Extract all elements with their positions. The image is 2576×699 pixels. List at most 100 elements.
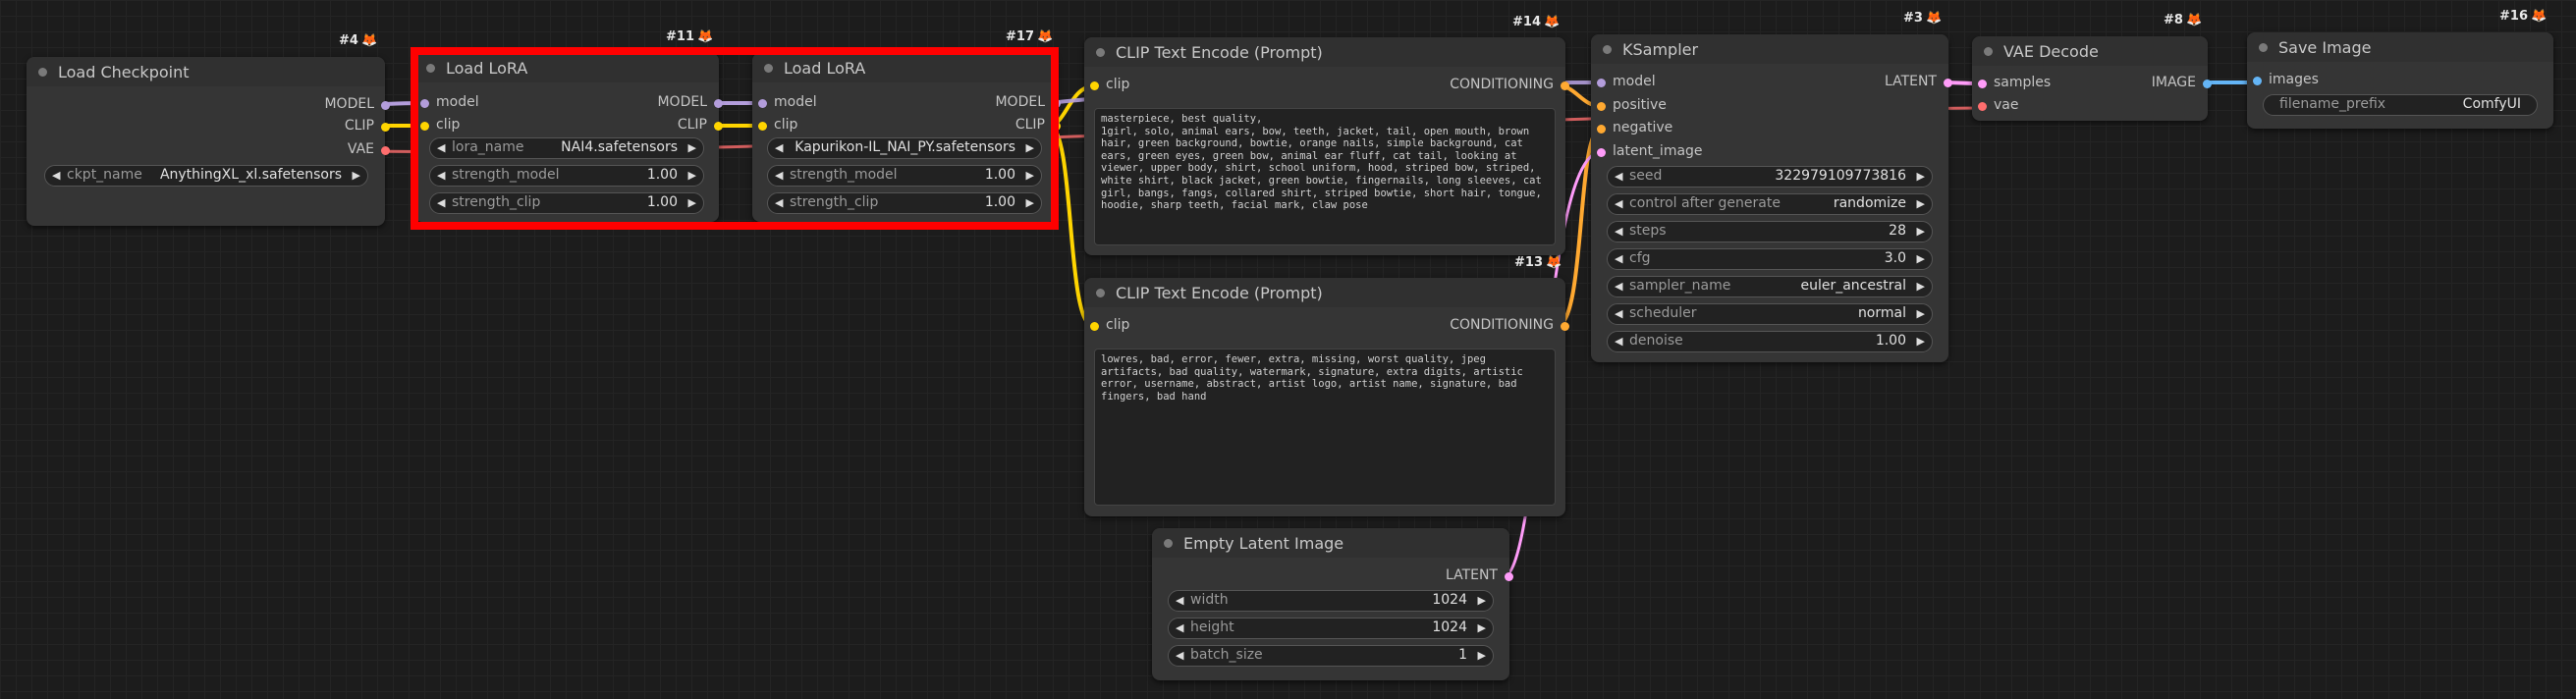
- output-conditioning[interactable]: CONDITIONING: [1450, 317, 1569, 333]
- width-number[interactable]: ◀ width 1024 ▶: [1168, 590, 1494, 612]
- load-lora-node-1[interactable]: Load LoRA model clip MODEL CLIP ◀ lora_na…: [414, 53, 723, 222]
- output-latent[interactable]: LATENT: [1885, 74, 1952, 89]
- fox-icon: 🦊: [1545, 255, 1562, 270]
- lora-name-combo[interactable]: ◀ Kapurikon-IL_NAI_PY.safetensors ▶: [767, 137, 1042, 159]
- arrow-right-icon: ▶: [1477, 594, 1486, 607]
- output-vae[interactable]: VAE: [348, 141, 390, 157]
- input-model[interactable]: model: [420, 94, 479, 110]
- prompt-textarea[interactable]: masterpiece, best quality, 1girl, solo, …: [1094, 108, 1556, 245]
- collapse-dot[interactable]: [2259, 43, 2268, 52]
- input-positive[interactable]: positive: [1597, 97, 1667, 113]
- arrow-right-icon: ▶: [1025, 141, 1034, 154]
- node-id-badge: #3 🦊: [1903, 11, 1943, 26]
- strength-clip-slider[interactable]: ◀ strength_clip 1.00 ▶: [429, 192, 704, 214]
- sampler-name-combo[interactable]: ◀ sampler_name euler_ancestral ▶: [1607, 276, 1933, 297]
- node-title: Load LoRA: [784, 59, 866, 78]
- node-title: Load LoRA: [446, 59, 528, 78]
- vae-decode-node[interactable]: VAE Decode samples vae IMAGE: [1972, 36, 2212, 121]
- arrow-left-icon: ◀: [437, 141, 446, 154]
- batch-size-number[interactable]: ◀ batch_size 1 ▶: [1168, 645, 1494, 667]
- output-model[interactable]: MODEL: [324, 96, 390, 112]
- input-samples[interactable]: samples: [1978, 75, 2051, 90]
- node-header[interactable]: Empty Latent Image: [1152, 528, 1509, 558]
- node-header[interactable]: CLIP Text Encode (Prompt): [1084, 37, 1565, 67]
- node-header[interactable]: Load Checkpoint: [27, 57, 385, 86]
- arrow-right-icon: ▶: [1025, 169, 1034, 182]
- empty-latent-image-node[interactable]: Empty Latent Image LATENT ◀ width 1024 ▶ ◀ h…: [1152, 528, 1513, 680]
- steps-number[interactable]: ◀ steps 28 ▶: [1607, 221, 1933, 242]
- arrow-left-icon: ◀: [1615, 170, 1623, 183]
- control-after-generate-combo[interactable]: ◀ control after generate randomize ▶: [1607, 193, 1933, 215]
- node-header[interactable]: KSampler: [1591, 34, 1948, 64]
- collapse-dot[interactable]: [38, 68, 47, 77]
- node-header[interactable]: CLIP Text Encode (Prompt): [1084, 278, 1565, 307]
- collapse-dot[interactable]: [1096, 289, 1105, 297]
- arrow-left-icon: ◀: [1615, 280, 1623, 293]
- arrow-right-icon: ▶: [1916, 307, 1925, 320]
- output-latent[interactable]: LATENT: [1446, 567, 1513, 583]
- input-clip[interactable]: clip: [1090, 317, 1129, 333]
- height-number[interactable]: ◀ height 1024 ▶: [1168, 618, 1494, 639]
- fox-icon: 🦊: [1543, 15, 1561, 29]
- load-lora-node-2[interactable]: Load LoRA model clip MODEL CLIP ◀ Kapurik…: [752, 53, 1061, 222]
- arrow-left-icon: ◀: [1615, 252, 1623, 265]
- output-model[interactable]: MODEL: [657, 94, 723, 110]
- collapse-dot[interactable]: [1096, 48, 1105, 57]
- input-images[interactable]: images: [2253, 72, 2319, 87]
- input-negative[interactable]: negative: [1597, 120, 1672, 135]
- ckpt-name-combo[interactable]: ◀ ckpt_name AnythingXL_xl.safetensors ▶: [44, 165, 368, 187]
- output-clip[interactable]: CLIP: [1015, 117, 1061, 133]
- node-header[interactable]: Load LoRA: [752, 53, 1057, 82]
- ksampler-node[interactable]: KSampler model positive negative latent_…: [1591, 34, 1952, 362]
- output-image[interactable]: IMAGE: [2152, 75, 2212, 90]
- collapse-dot[interactable]: [764, 64, 773, 73]
- cfg-number[interactable]: ◀ cfg 3.0 ▶: [1607, 248, 1933, 270]
- output-clip[interactable]: CLIP: [345, 118, 390, 134]
- load-checkpoint-node[interactable]: Load Checkpoint MODEL CLIP VAE ◀ ckpt_na…: [27, 57, 390, 226]
- strength-clip-slider[interactable]: ◀ strength_clip 1.00 ▶: [767, 192, 1042, 214]
- node-id-badge: #11 🦊: [666, 29, 714, 44]
- fox-icon: 🦊: [1925, 11, 1943, 26]
- arrow-right-icon[interactable]: ▶: [353, 169, 360, 182]
- clip-text-encode-negative-node[interactable]: CLIP Text Encode (Prompt) clip CONDITION…: [1084, 278, 1569, 516]
- input-model[interactable]: model: [758, 94, 817, 110]
- input-clip[interactable]: clip: [1090, 77, 1129, 92]
- collapse-dot[interactable]: [426, 64, 435, 73]
- input-model[interactable]: model: [1597, 74, 1656, 89]
- arrow-left-icon[interactable]: ◀: [52, 169, 60, 182]
- node-header[interactable]: Load LoRA: [414, 53, 719, 82]
- input-clip[interactable]: clip: [420, 117, 460, 133]
- arrow-left-icon: ◀: [1615, 307, 1623, 320]
- arrow-right-icon: ▶: [687, 141, 696, 154]
- collapse-dot[interactable]: [1603, 45, 1612, 54]
- input-clip[interactable]: clip: [758, 117, 797, 133]
- strength-model-slider[interactable]: ◀ strength_model 1.00 ▶: [429, 165, 704, 187]
- node-header[interactable]: VAE Decode: [1972, 36, 2208, 66]
- node-title: VAE Decode: [2003, 42, 2099, 61]
- lora-name-combo[interactable]: ◀ lora_name NAI4.safetensors ▶: [429, 137, 704, 159]
- collapse-dot[interactable]: [1984, 47, 1993, 56]
- scheduler-combo[interactable]: ◀ scheduler normal ▶: [1607, 303, 1933, 325]
- arrow-right-icon: ▶: [1916, 335, 1925, 348]
- node-title: KSampler: [1622, 40, 1699, 59]
- node-header[interactable]: Save Image: [2247, 32, 2553, 62]
- clip-text-encode-positive-node[interactable]: CLIP Text Encode (Prompt) clip CONDITION…: [1084, 37, 1569, 255]
- prompt-textarea[interactable]: lowres, bad, error, fewer, extra, missin…: [1094, 349, 1556, 506]
- fox-icon: 🦊: [360, 33, 378, 48]
- output-clip[interactable]: CLIP: [678, 117, 723, 133]
- filename-prefix-input[interactable]: filename_prefix ComfyUI: [2263, 94, 2538, 116]
- collapse-dot[interactable]: [1164, 539, 1173, 548]
- arrow-left-icon: ◀: [1615, 335, 1623, 348]
- arrow-right-icon: ▶: [1477, 621, 1486, 634]
- input-vae[interactable]: vae: [1978, 97, 2018, 113]
- seed-number[interactable]: ◀ seed 322979109773816 ▶: [1607, 166, 1933, 188]
- input-latent-image[interactable]: latent_image: [1597, 143, 1703, 159]
- save-image-node[interactable]: Save Image images filename_prefix ComfyUI: [2247, 32, 2553, 129]
- arrow-left-icon: ◀: [1176, 649, 1184, 662]
- node-id-badge: #4 🦊: [339, 33, 378, 48]
- output-model[interactable]: MODEL: [995, 94, 1061, 110]
- output-conditioning[interactable]: CONDITIONING: [1450, 77, 1569, 92]
- strength-model-slider[interactable]: ◀ strength_model 1.00 ▶: [767, 165, 1042, 187]
- arrow-right-icon: ▶: [1025, 196, 1034, 209]
- denoise-slider[interactable]: ◀ denoise 1.00 ▶: [1607, 331, 1933, 352]
